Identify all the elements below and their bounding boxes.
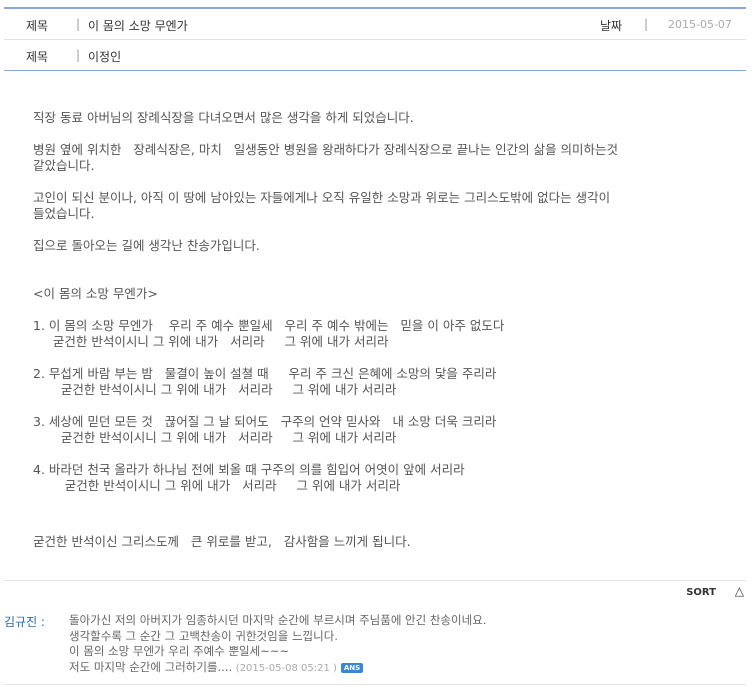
verse-line: 1. 이 몸의 소망 무엔가 우리 주 예수 뿐일세 우리 주 예수 밖에는 믿… bbox=[33, 318, 505, 333]
comment-item: 김규진 : 돌아가신 저의 아버지가 임종하시던 마지막 순간에 부르시며 주님… bbox=[4, 610, 746, 680]
song-title: <이 몸의 소망 무엔가> bbox=[33, 286, 158, 301]
body-paragraph: 같았습니다. bbox=[33, 158, 95, 173]
title-separator: | bbox=[76, 17, 81, 31]
author-label: 제목 bbox=[26, 50, 49, 64]
body-paragraph: 집으로 돌아오는 길에 생각난 찬송가입니다. bbox=[33, 238, 260, 253]
body-paragraph: 고인이 되신 분이나, 아직 이 땅에 남아있는 자들에게나 오직 유일한 소망… bbox=[33, 190, 611, 205]
date-separator: | bbox=[644, 17, 649, 31]
author-row: 제목 | 이정인 bbox=[4, 40, 746, 70]
post-author: 이정인 bbox=[88, 50, 122, 64]
body-paragraph: 병원 옆에 위치한 장례식장은, 마치 일생동안 병원을 왕래하다가 장례식장으… bbox=[33, 142, 619, 157]
verse-refrain: 굳건한 반석이시니 그 위에 내가 서리라 그 위에 내가 서리라 bbox=[33, 382, 397, 397]
comment-text: 돌아가신 저의 아버지가 임종하시던 마지막 순간에 부르시며 주님품에 안긴 … bbox=[69, 613, 486, 676]
comment-sort-bar: SORT △ bbox=[4, 580, 746, 603]
verse-refrain: 굳건한 반석이시니 그 위에 내가 서리라 그 위에 내가 서리라 bbox=[33, 430, 397, 445]
post-body: 직장 동료 아버님의 장례식장을 다녀오면서 많은 생각을 하게 되었습니다. … bbox=[33, 110, 723, 550]
triangle-up-icon[interactable]: △ bbox=[735, 584, 744, 598]
title-label: 제목 bbox=[26, 19, 49, 33]
body-paragraph: 직장 동료 아버님의 장례식장을 다녀오면서 많은 생각을 하게 되었습니다. bbox=[33, 110, 414, 125]
header-divider bbox=[4, 70, 746, 71]
comment-line: 저도 마지막 순간에 그러하기를.... bbox=[69, 659, 233, 674]
reply-badge[interactable]: ANS bbox=[340, 662, 364, 673]
verse-line: 2. 무섭게 바람 부는 밤 물결이 높이 설쳘 때 우리 주 크신 은혜에 소… bbox=[33, 366, 497, 381]
comment-last-line: 저도 마지막 순간에 그러하기를.... (2015-05-08 05:21 )… bbox=[69, 660, 486, 677]
comment-author[interactable]: 김규진 : bbox=[4, 613, 45, 630]
comment-line: 돌아가신 저의 아버지가 임종하시던 마지막 순간에 부르시며 주님품에 안긴 … bbox=[69, 613, 487, 627]
verse-line: 3. 세상에 믿던 모든 것 끊어질 그 날 되어도 구주의 언약 믿사와 내 … bbox=[33, 414, 497, 429]
closing-paragraph: 굳건한 반석이신 그리스도께 큰 위로를 받고, 감사함을 느끼게 됩니다. bbox=[33, 534, 411, 549]
post-title: 이 몸의 소망 무엔가 bbox=[88, 19, 188, 33]
sort-button[interactable]: SORT bbox=[686, 587, 716, 598]
bottom-border bbox=[4, 684, 746, 685]
date-label: 날짜 bbox=[600, 19, 623, 33]
title-row: 제목 | 이 몸의 소망 무엔가 날짜 | 2015-05-07 bbox=[4, 9, 746, 40]
comment-line: 이 몸의 소망 무엔가 우리 주예수 뿐일세~~~ bbox=[69, 644, 290, 658]
verse-line: 4. 바라던 천국 올라가 하나님 전에 뵈올 때 구주의 의를 힘입어 어엿이… bbox=[33, 462, 465, 477]
verse-refrain: 굳건한 반석이시니 그 위에 내가 서리라 그 위에 내가 서리라 bbox=[33, 334, 389, 349]
post-date: 2015-05-07 bbox=[668, 18, 732, 31]
body-paragraph: 들었습니다. bbox=[33, 206, 95, 221]
author-separator: | bbox=[76, 48, 81, 62]
comment-line: 생각할수록 그 순간 그 고백찬송이 귀한것임을 느낍니다. bbox=[69, 628, 338, 643]
comment-timestamp: (2015-05-08 05:21 ) bbox=[235, 662, 337, 674]
verse-refrain: 굳건한 반석이시니 그 위에 내가 서리라 그 위에 내가 서리라 bbox=[33, 478, 401, 493]
